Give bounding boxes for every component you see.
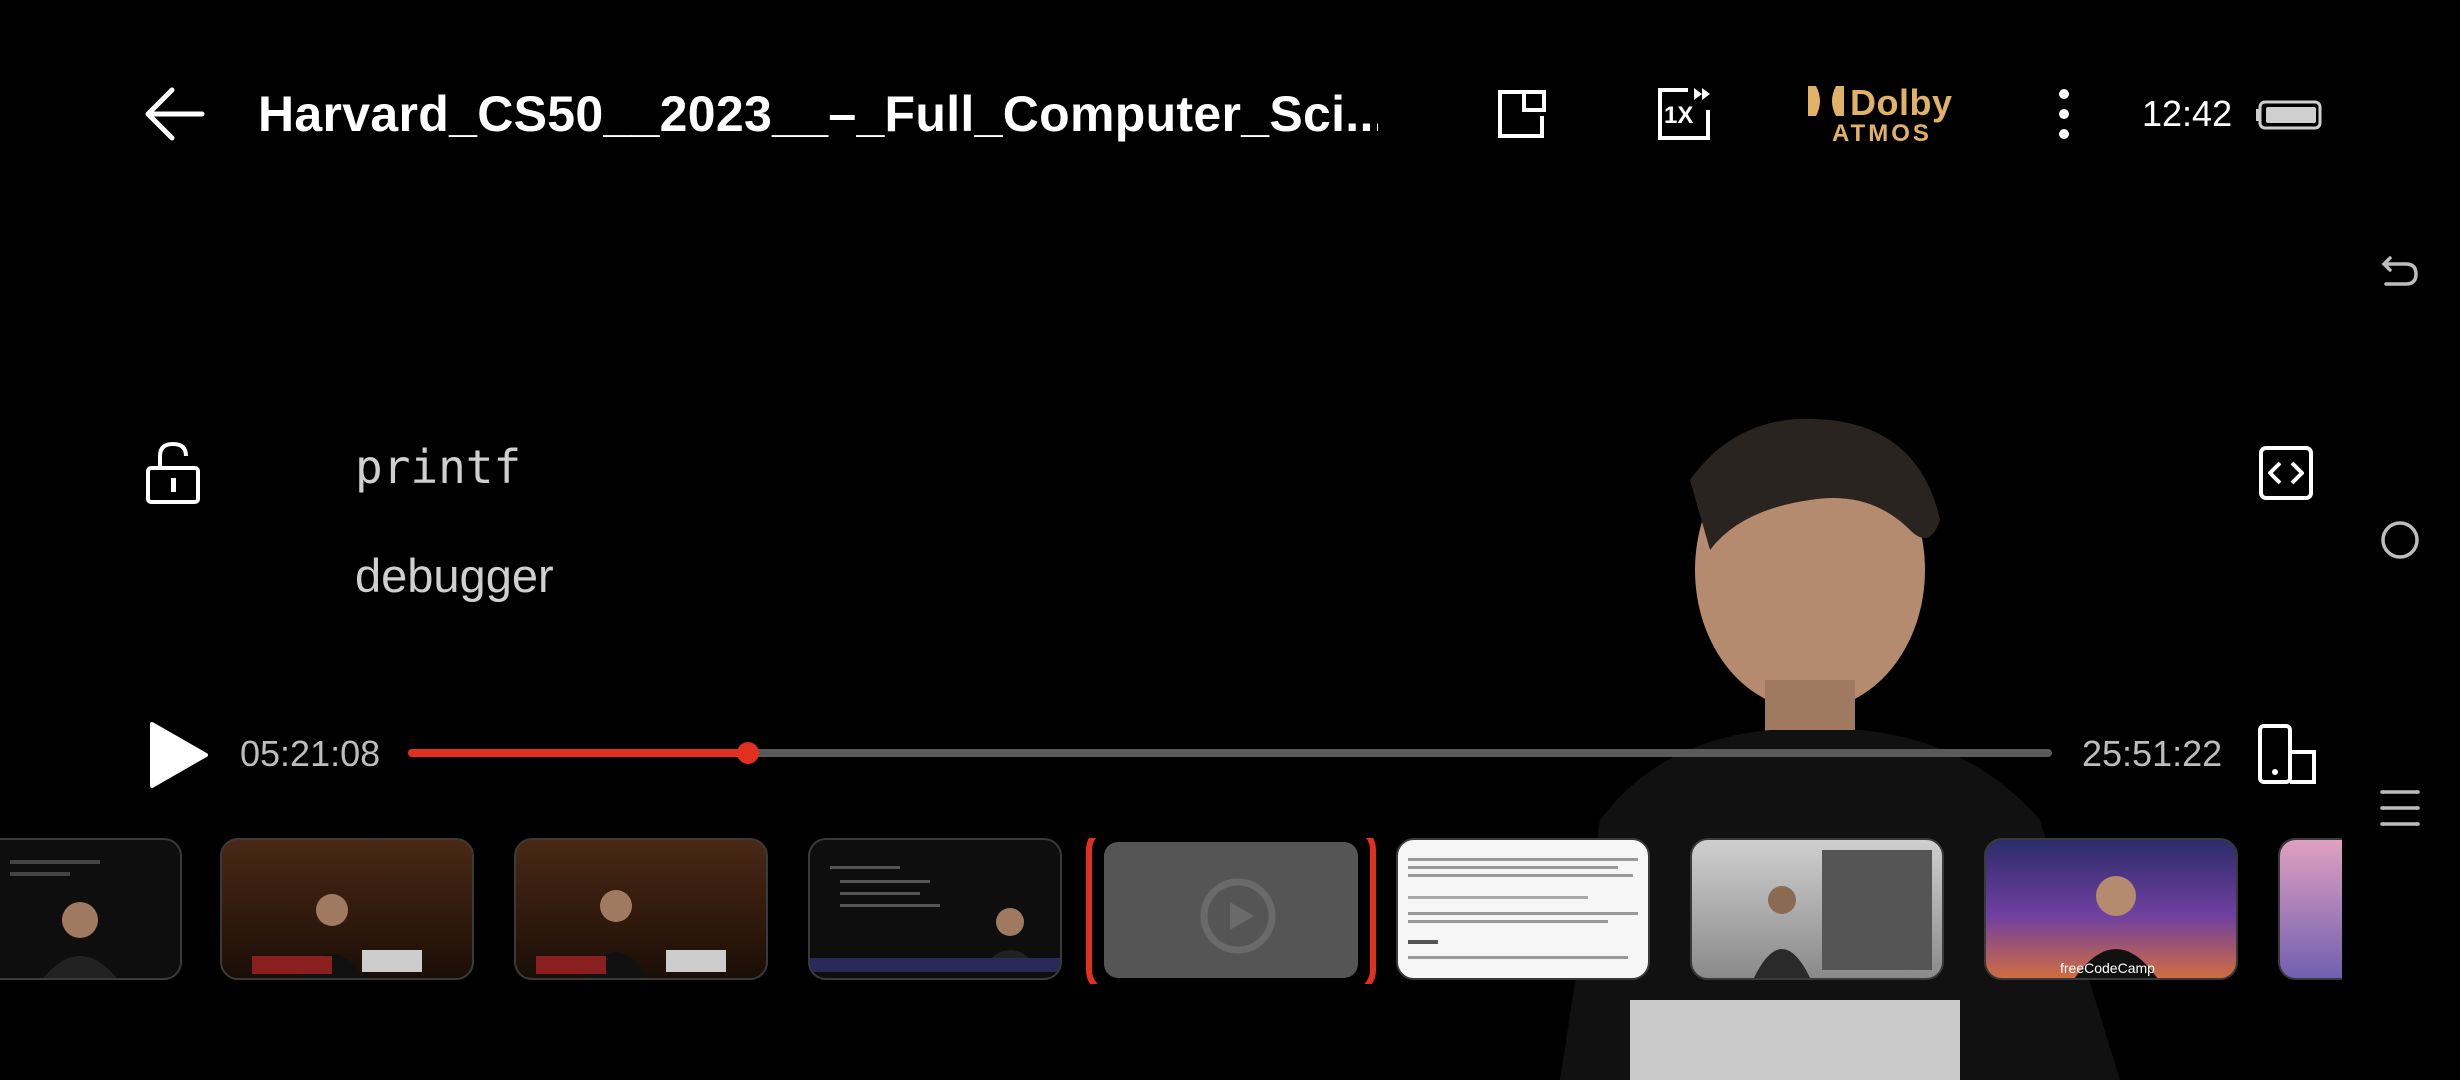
thumbnail-item[interactable] <box>514 838 768 980</box>
rotate-screen-button[interactable] <box>2256 722 2320 786</box>
system-back-button[interactable] <box>2378 248 2422 292</box>
play-circle-icon <box>1200 878 1276 954</box>
seek-bar-handle[interactable] <box>737 742 760 764</box>
arrow-left-icon <box>145 87 205 141</box>
thumbnail-item[interactable] <box>2278 838 2342 980</box>
system-home-button[interactable] <box>2378 518 2422 562</box>
current-time: 05:21:08 <box>240 733 381 774</box>
code-button[interactable] <box>2258 445 2314 501</box>
atmos-text: ATMOS <box>1832 120 1932 147</box>
thumbnail-item[interactable] <box>1396 838 1650 980</box>
system-menu-icon <box>2380 790 2420 826</box>
thumbnail-item-current[interactable] <box>1086 838 1376 984</box>
thumbnail-caption: freeCodeCamp <box>2060 960 2155 976</box>
thumbnail-item[interactable] <box>0 838 182 980</box>
code-brackets-icon <box>2259 446 2313 500</box>
subtitle-line-2: debugger <box>355 549 554 602</box>
more-vertical-icon <box>2059 89 2069 139</box>
pip-button[interactable] <box>1494 86 1550 142</box>
seek-bar[interactable] <box>408 742 2052 764</box>
playback-speed-button[interactable]: 1X <box>1654 84 1714 144</box>
back-button[interactable] <box>140 82 210 146</box>
screen-lock-button[interactable] <box>142 440 204 506</box>
play-button[interactable] <box>146 720 210 790</box>
thumbnail-item[interactable] <box>220 838 474 980</box>
chapter-thumbnail-strip[interactable]: freeCodeCamp <box>0 838 2342 984</box>
system-menu-button[interactable] <box>2378 786 2422 830</box>
picture-in-picture-icon <box>1498 90 1546 138</box>
speed-label: 1X <box>1664 102 1694 129</box>
more-options-button[interactable] <box>2044 84 2084 144</box>
unlock-icon <box>146 441 200 504</box>
dolby-logo-icon <box>1808 86 1844 116</box>
seek-bar-progress <box>408 749 749 757</box>
screen-rotate-icon <box>2258 724 2316 784</box>
video-title: Harvard_CS50__2023__–_Full_Computer_Sci.… <box>258 86 1378 142</box>
dolby-text: Dolby <box>1850 82 1953 123</box>
thumbnail-item[interactable] <box>1690 838 1944 980</box>
total-time: 25:51:22 <box>2082 733 2223 774</box>
system-back-icon <box>2381 256 2418 286</box>
status-clock: 12:42 <box>2142 93 2233 134</box>
system-home-icon <box>2381 521 2419 559</box>
subtitle-line-1: printf <box>355 440 522 494</box>
play-icon <box>150 722 208 788</box>
thumbnail-item[interactable] <box>808 838 1062 980</box>
battery-icon <box>2256 98 2324 130</box>
thumbnail-item[interactable]: freeCodeCamp <box>1984 838 2238 980</box>
